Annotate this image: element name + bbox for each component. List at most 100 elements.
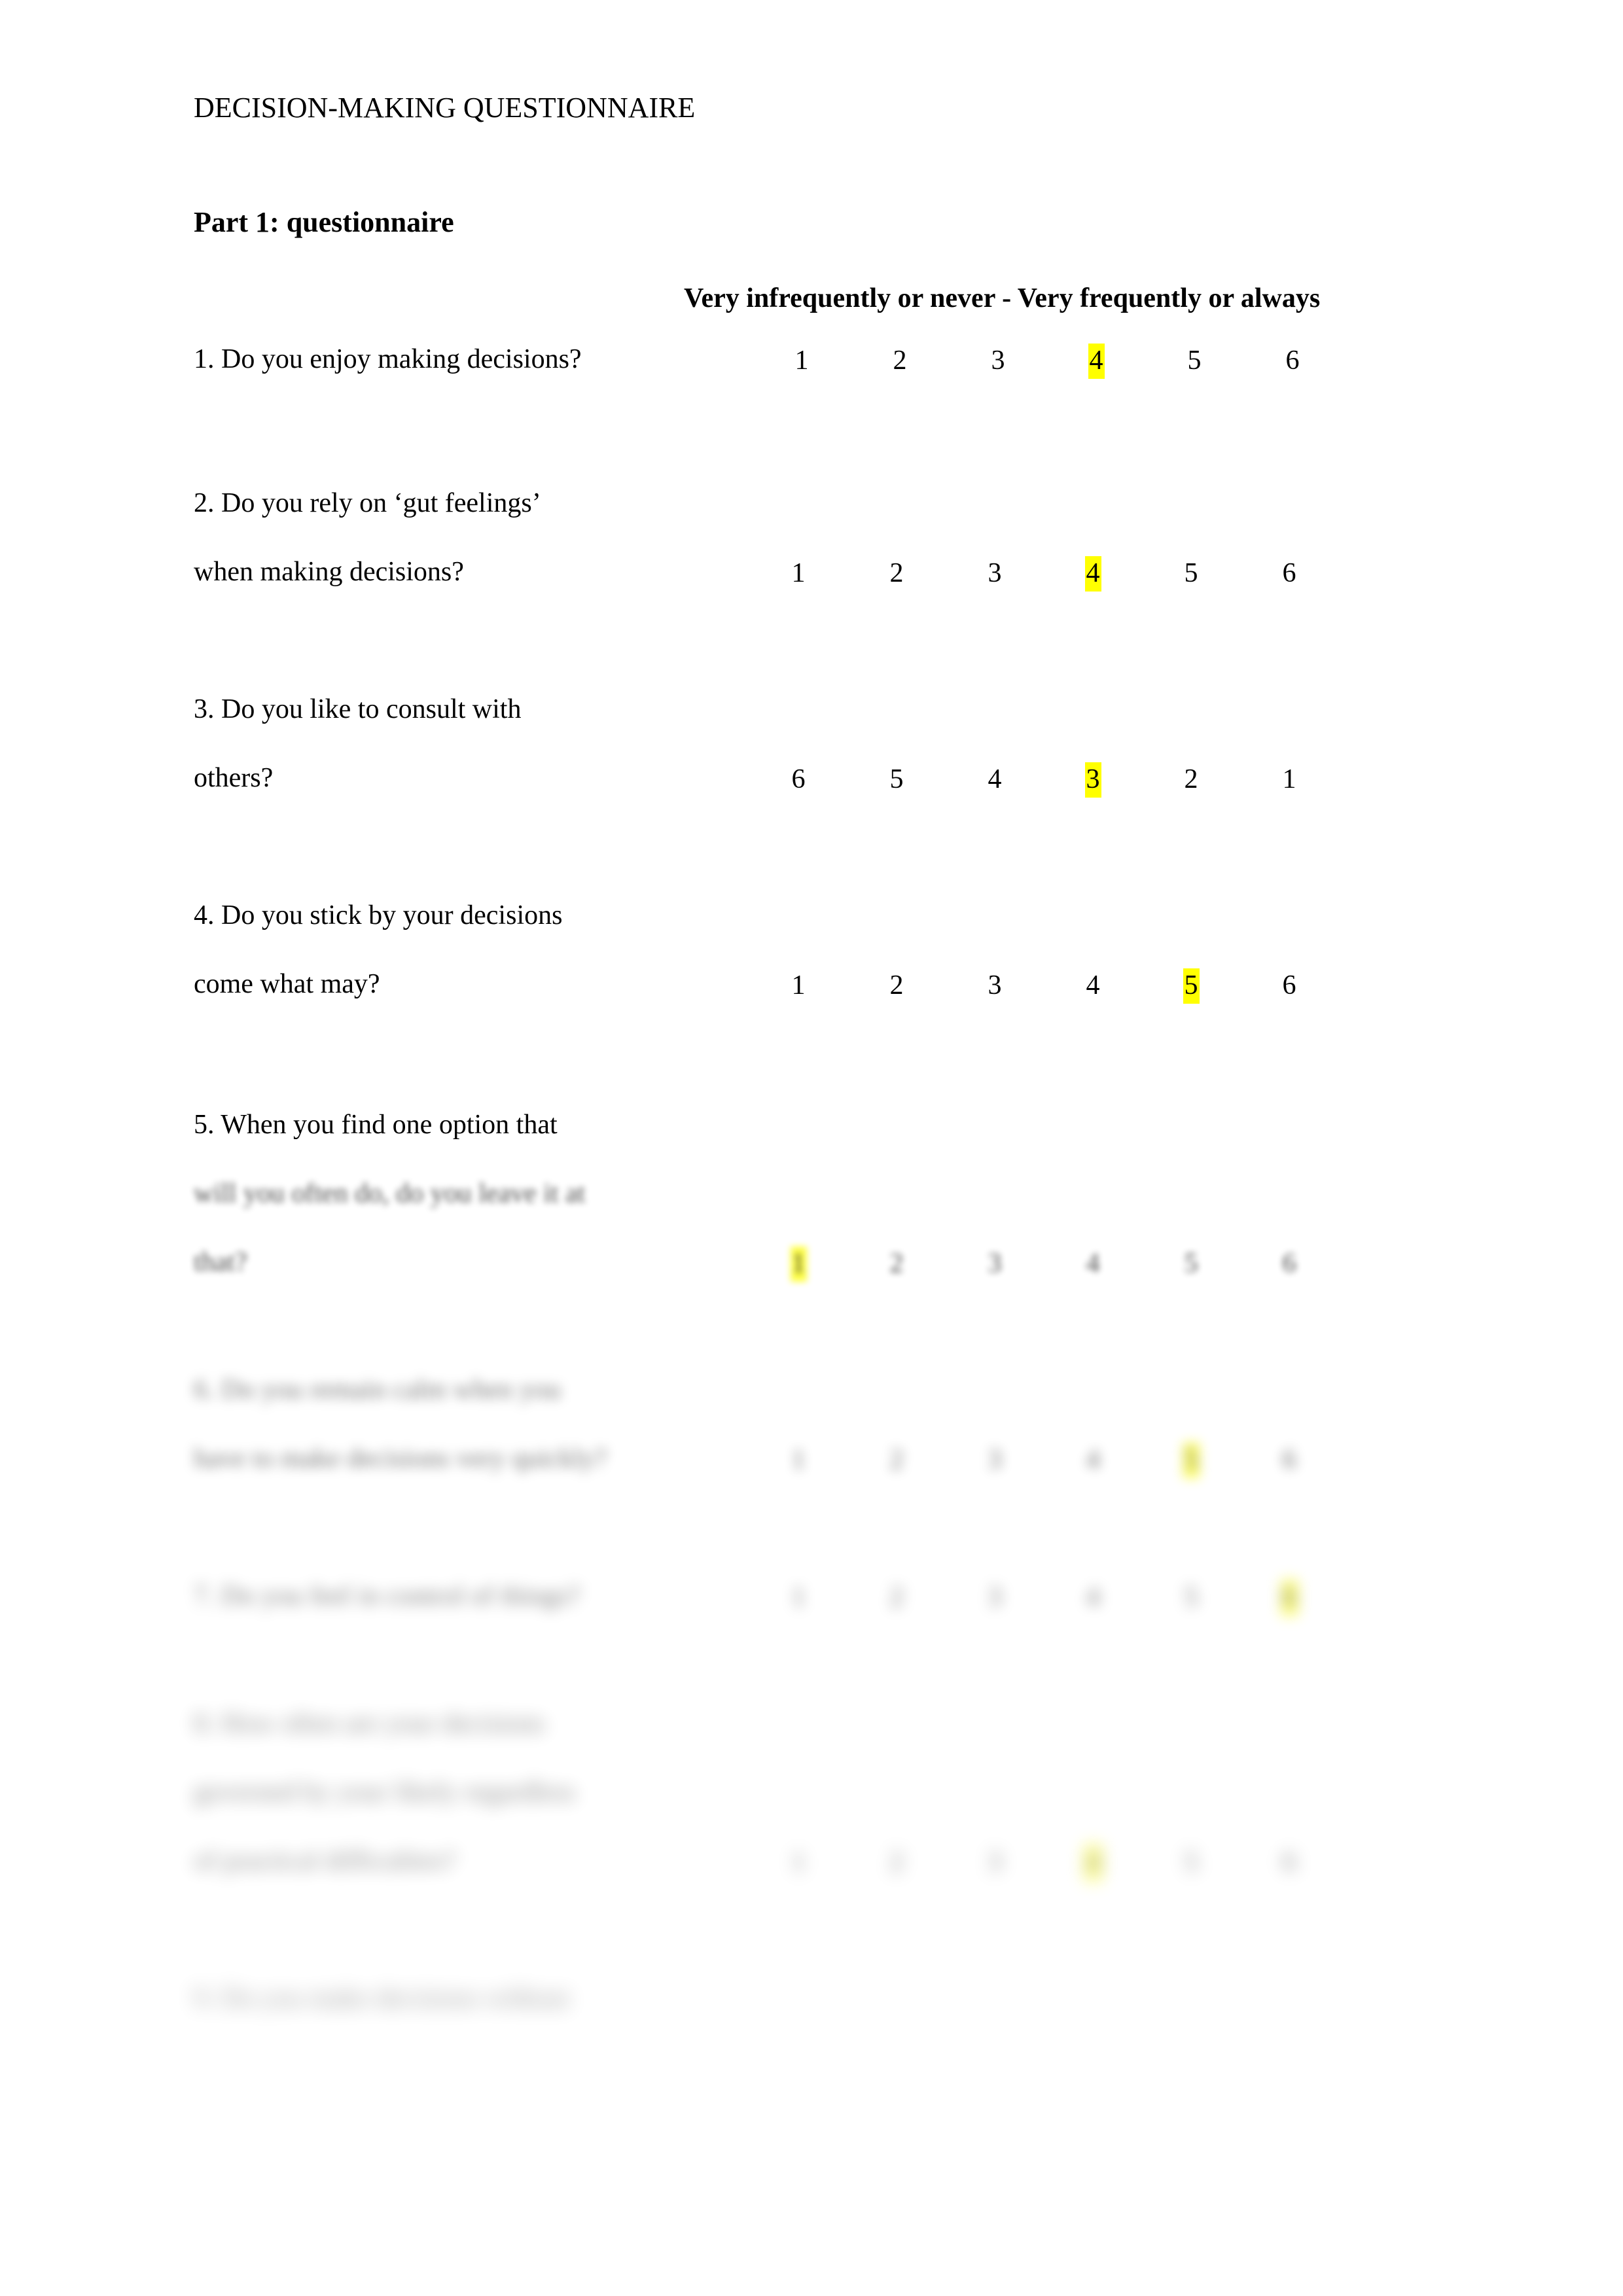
scale-value: 6	[791, 764, 806, 794]
scale-legend: Very infrequently or never - Very freque…	[684, 283, 1321, 313]
scale-value: 4	[1088, 344, 1105, 380]
scale-option-selected[interactable]: 4	[1073, 344, 1119, 380]
scale-value: 4	[1084, 556, 1101, 592]
scale-option[interactable]: 1	[776, 1845, 821, 1881]
scale-option[interactable]: 2	[874, 1845, 919, 1881]
scale-value: 5	[1183, 1443, 1200, 1479]
scale-option-selected[interactable]: 6	[1266, 1580, 1312, 1616]
scale-option[interactable]: 6	[1266, 1845, 1312, 1881]
scale-value: 3	[988, 1445, 1002, 1475]
scale-option-selected[interactable]: 3	[1070, 762, 1116, 798]
scale-value: 6	[1282, 1847, 1296, 1877]
scale-option[interactable]: 6	[1266, 1246, 1312, 1282]
scale-option[interactable]: 2	[874, 968, 919, 1004]
scale-value: 1	[791, 1847, 806, 1877]
scale-option[interactable]: 2	[874, 1443, 919, 1478]
question-text: 3. Do you like to consult with	[194, 694, 522, 724]
scale-row: 1 2 3 4 5 6	[0, 1845, 1623, 1884]
scale-option[interactable]: 3	[972, 1580, 1018, 1616]
scale-option[interactable]: 6	[1266, 556, 1312, 592]
scale-option[interactable]: 3	[972, 1845, 1018, 1881]
scale-option[interactable]: 4	[1070, 968, 1116, 1004]
scale-option[interactable]: 2	[874, 1246, 919, 1282]
scale-option-selected[interactable]: 4	[1070, 1845, 1116, 1881]
scale-value: 5	[889, 764, 904, 794]
scale-option[interactable]: 4	[972, 762, 1018, 798]
scale-value: 5	[1183, 968, 1200, 1004]
scale-option[interactable]: 1	[776, 968, 821, 1004]
scale-option[interactable]: 2	[874, 1580, 919, 1616]
scale-option[interactable]: 1	[1266, 762, 1312, 798]
scale-value: 3	[991, 345, 1005, 376]
scale-value: 3	[988, 1248, 1002, 1279]
scale-option[interactable]: 1	[776, 1443, 821, 1478]
scale-value: 1	[791, 1582, 806, 1612]
scale-option[interactable]: 4	[1070, 1246, 1116, 1282]
scale-option[interactable]: 4	[1070, 1580, 1116, 1616]
scale-row: 1 2 3 4 5 6	[0, 1580, 1623, 1619]
scale-option-selected[interactable]: 1	[776, 1246, 821, 1282]
scale-value: 6	[1282, 970, 1296, 1000]
scale-option[interactable]: 5	[1171, 344, 1217, 379]
scale-option[interactable]: 5	[1168, 1246, 1214, 1282]
question-text: 8. How often are your decisions	[194, 1708, 545, 1739]
scale-option[interactable]: 3	[975, 344, 1021, 379]
scale-value: 4	[1086, 1445, 1100, 1475]
scale-row: 1 2 3 4 5 6	[0, 968, 1623, 1008]
question-text: 2. Do you rely on ‘gut feelings’	[194, 488, 541, 518]
scale-value: 1	[791, 1445, 806, 1475]
scale-value: 5	[1184, 558, 1198, 588]
question-text-continued: governed by your likely regardless	[194, 1777, 576, 1807]
scale-option[interactable]: 2	[877, 344, 923, 379]
scale-value: 2	[889, 1582, 904, 1612]
scale-row: 1 2 3 4 5 6	[0, 344, 1623, 383]
scale-option[interactable]: 6	[1266, 968, 1312, 1004]
scale-option[interactable]: 5	[1168, 1580, 1214, 1616]
scale-value: 2	[889, 1445, 904, 1475]
scale-value: 6	[1282, 558, 1296, 588]
scale-value: 1	[794, 345, 809, 376]
scale-value: 4	[1086, 1582, 1100, 1612]
question-text: 9. Do you make decisions without	[194, 1983, 569, 2013]
scale-option[interactable]: 2	[874, 556, 919, 592]
scale-value: 4	[1084, 1845, 1101, 1881]
scale-option[interactable]: 3	[972, 1443, 1018, 1478]
scale-option[interactable]: 6	[776, 762, 821, 798]
scale-option[interactable]: 3	[972, 968, 1018, 1004]
scale-option[interactable]: 3	[972, 1246, 1018, 1282]
scale-value: 3	[1084, 762, 1101, 798]
scale-option[interactable]: 6	[1266, 1443, 1312, 1478]
scale-option[interactable]: 1	[779, 344, 825, 379]
scale-value: 1	[791, 558, 806, 588]
scale-option[interactable]: 3	[972, 556, 1018, 592]
scale-value: 2	[893, 345, 907, 376]
page-title: Part 1: questionnaire	[194, 206, 454, 238]
scale-option[interactable]: 6	[1270, 344, 1315, 379]
scale-value: 6	[1282, 1445, 1296, 1475]
scale-value: 5	[1187, 345, 1202, 376]
scale-value: 5	[1184, 1847, 1198, 1877]
question-text-continued: will you often do, do you leave it at	[194, 1178, 586, 1209]
scale-value: 2	[889, 558, 904, 588]
scale-option[interactable]: 5	[1168, 1845, 1214, 1881]
scale-value: 3	[988, 1582, 1002, 1612]
scale-value: 5	[1184, 1248, 1198, 1279]
scale-value: 6	[1281, 1580, 1298, 1616]
scale-value: 3	[988, 970, 1002, 1000]
scale-option[interactable]: 2	[1168, 762, 1214, 798]
scale-option-selected[interactable]: 4	[1070, 556, 1116, 592]
scale-option[interactable]: 1	[776, 1580, 821, 1616]
scale-option[interactable]: 5	[874, 762, 919, 798]
scale-value: 2	[889, 970, 904, 1000]
scale-value: 6	[1282, 1248, 1296, 1279]
scale-value: 2	[889, 1847, 904, 1877]
scale-row: 1 2 3 4 5 6	[0, 1246, 1623, 1286]
scale-value: 1	[790, 1246, 807, 1282]
scale-value: 1	[1282, 764, 1296, 794]
scale-option[interactable]: 1	[776, 556, 821, 592]
document-header: DECISION-MAKING QUESTIONNAIRE	[194, 92, 696, 124]
scale-option[interactable]: 4	[1070, 1443, 1116, 1478]
scale-option-selected[interactable]: 5	[1168, 968, 1214, 1004]
scale-option[interactable]: 5	[1168, 556, 1214, 592]
scale-option-selected[interactable]: 5	[1168, 1443, 1214, 1479]
